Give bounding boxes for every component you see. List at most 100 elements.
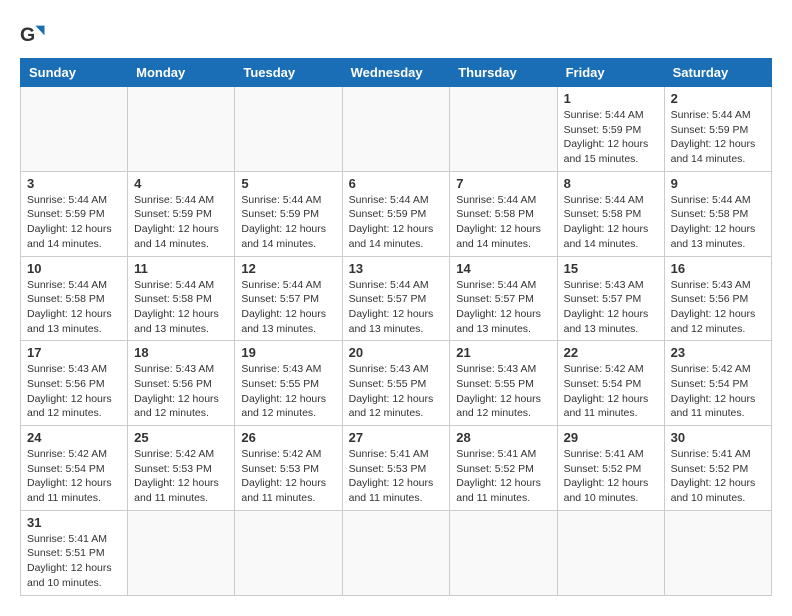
day-number: 13 xyxy=(349,261,444,276)
calendar-cell: 28 Sunrise: 5:41 AM Sunset: 5:52 PM Dayli… xyxy=(450,426,557,511)
weekday-header-saturday: Saturday xyxy=(664,59,771,87)
calendar-cell xyxy=(235,87,342,172)
calendar-cell xyxy=(450,510,557,595)
calendar-cell: 27Sunrise: 5:41 AM Sunset: 5:53 PM Dayli… xyxy=(342,426,450,511)
calendar-cell: 29 Sunrise: 5:41 AM Sunset: 5:52 PM Dayli… xyxy=(557,426,664,511)
day-number: 7 xyxy=(456,176,550,191)
day-info: Sunrise: 5:44 AM Sunset: 5:58 PM Dayligh… xyxy=(456,193,550,252)
day-info: Sunrise: 5:44 AM Sunset: 5:59 PM Dayligh… xyxy=(564,108,658,167)
calendar-cell: 31 Sunrise: 5:41 AM Sunset: 5:51 PM Dayli… xyxy=(21,510,128,595)
calendar-cell: 11 Sunrise: 5:44 AM Sunset: 5:58 PM Dayli… xyxy=(128,256,235,341)
calendar-week-row: 3Sunrise: 5:44 AM Sunset: 5:59 PM Daylig… xyxy=(21,171,772,256)
day-number: 23 xyxy=(671,345,765,360)
day-number: 29 xyxy=(564,430,658,445)
calendar-cell xyxy=(128,510,235,595)
day-number: 25 xyxy=(134,430,228,445)
calendar-cell: 13 Sunrise: 5:44 AM Sunset: 5:57 PM Dayli… xyxy=(342,256,450,341)
calendar-cell: 19Sunrise: 5:43 AM Sunset: 5:55 PM Dayli… xyxy=(235,341,342,426)
day-number: 21 xyxy=(456,345,550,360)
day-number: 19 xyxy=(241,345,335,360)
logo-icon: G xyxy=(20,20,48,48)
calendar-cell: 8 Sunrise: 5:44 AM Sunset: 5:58 PM Daylig… xyxy=(557,171,664,256)
day-number: 12 xyxy=(241,261,335,276)
weekday-header-sunday: Sunday xyxy=(21,59,128,87)
day-info: Sunrise: 5:44 AM Sunset: 5:58 PM Dayligh… xyxy=(564,193,658,252)
calendar-cell xyxy=(128,87,235,172)
weekday-header-friday: Friday xyxy=(557,59,664,87)
calendar-cell: 3Sunrise: 5:44 AM Sunset: 5:59 PM Daylig… xyxy=(21,171,128,256)
day-number: 16 xyxy=(671,261,765,276)
day-info: Sunrise: 5:41 AM Sunset: 5:52 PM Dayligh… xyxy=(671,447,765,506)
page-header: G xyxy=(20,20,772,48)
calendar-cell: 5 Sunrise: 5:44 AM Sunset: 5:59 PM Daylig… xyxy=(235,171,342,256)
day-number: 11 xyxy=(134,261,228,276)
day-number: 20 xyxy=(349,345,444,360)
weekday-header-monday: Monday xyxy=(128,59,235,87)
calendar-cell: 23Sunrise: 5:42 AM Sunset: 5:54 PM Dayli… xyxy=(664,341,771,426)
day-info: Sunrise: 5:41 AM Sunset: 5:51 PM Dayligh… xyxy=(27,532,121,591)
calendar-cell: 18Sunrise: 5:43 AM Sunset: 5:56 PM Dayli… xyxy=(128,341,235,426)
calendar-cell xyxy=(21,87,128,172)
calendar-cell: 6 Sunrise: 5:44 AM Sunset: 5:59 PM Daylig… xyxy=(342,171,450,256)
day-info: Sunrise: 5:44 AM Sunset: 5:57 PM Dayligh… xyxy=(456,278,550,337)
day-info: Sunrise: 5:41 AM Sunset: 5:52 PM Dayligh… xyxy=(456,447,550,506)
calendar-week-row: 24 Sunrise: 5:42 AM Sunset: 5:54 PM Dayli… xyxy=(21,426,772,511)
calendar-cell xyxy=(450,87,557,172)
day-info: Sunrise: 5:44 AM Sunset: 5:59 PM Dayligh… xyxy=(27,193,121,252)
calendar-header-row: SundayMondayTuesdayWednesdayThursdayFrid… xyxy=(21,59,772,87)
calendar-cell xyxy=(342,510,450,595)
calendar-week-row: 1 Sunrise: 5:44 AM Sunset: 5:59 PM Daylig… xyxy=(21,87,772,172)
calendar-cell: 21 Sunrise: 5:43 AM Sunset: 5:55 PM Dayli… xyxy=(450,341,557,426)
calendar-cell xyxy=(342,87,450,172)
day-info: Sunrise: 5:43 AM Sunset: 5:55 PM Dayligh… xyxy=(349,362,444,421)
calendar-cell: 14Sunrise: 5:44 AM Sunset: 5:57 PM Dayli… xyxy=(450,256,557,341)
day-number: 15 xyxy=(564,261,658,276)
day-number: 17 xyxy=(27,345,121,360)
day-number: 1 xyxy=(564,91,658,106)
day-info: Sunrise: 5:44 AM Sunset: 5:59 PM Dayligh… xyxy=(134,193,228,252)
calendar-cell: 30 Sunrise: 5:41 AM Sunset: 5:52 PM Dayli… xyxy=(664,426,771,511)
day-number: 26 xyxy=(241,430,335,445)
calendar-cell: 7 Sunrise: 5:44 AM Sunset: 5:58 PM Daylig… xyxy=(450,171,557,256)
day-number: 30 xyxy=(671,430,765,445)
calendar-cell xyxy=(557,510,664,595)
calendar-cell xyxy=(235,510,342,595)
calendar-cell: 12 Sunrise: 5:44 AM Sunset: 5:57 PM Dayli… xyxy=(235,256,342,341)
calendar-cell: 24 Sunrise: 5:42 AM Sunset: 5:54 PM Dayli… xyxy=(21,426,128,511)
day-number: 31 xyxy=(27,515,121,530)
calendar-cell: 22Sunrise: 5:42 AM Sunset: 5:54 PM Dayli… xyxy=(557,341,664,426)
day-info: Sunrise: 5:42 AM Sunset: 5:54 PM Dayligh… xyxy=(27,447,121,506)
day-number: 24 xyxy=(27,430,121,445)
weekday-header-tuesday: Tuesday xyxy=(235,59,342,87)
day-info: Sunrise: 5:43 AM Sunset: 5:57 PM Dayligh… xyxy=(564,278,658,337)
day-number: 18 xyxy=(134,345,228,360)
day-info: Sunrise: 5:44 AM Sunset: 5:57 PM Dayligh… xyxy=(349,278,444,337)
calendar-week-row: 10Sunrise: 5:44 AM Sunset: 5:58 PM Dayli… xyxy=(21,256,772,341)
weekday-header-wednesday: Wednesday xyxy=(342,59,450,87)
calendar-week-row: 31 Sunrise: 5:41 AM Sunset: 5:51 PM Dayli… xyxy=(21,510,772,595)
day-number: 8 xyxy=(564,176,658,191)
day-info: Sunrise: 5:44 AM Sunset: 5:57 PM Dayligh… xyxy=(241,278,335,337)
weekday-header-thursday: Thursday xyxy=(450,59,557,87)
day-number: 6 xyxy=(349,176,444,191)
calendar-cell: 1 Sunrise: 5:44 AM Sunset: 5:59 PM Daylig… xyxy=(557,87,664,172)
day-info: Sunrise: 5:43 AM Sunset: 5:55 PM Dayligh… xyxy=(456,362,550,421)
day-info: Sunrise: 5:44 AM Sunset: 5:59 PM Dayligh… xyxy=(671,108,765,167)
day-number: 28 xyxy=(456,430,550,445)
calendar-table: SundayMondayTuesdayWednesdayThursdayFrid… xyxy=(20,58,772,596)
calendar-cell: 26 Sunrise: 5:42 AM Sunset: 5:53 PM Dayli… xyxy=(235,426,342,511)
calendar-week-row: 17Sunrise: 5:43 AM Sunset: 5:56 PM Dayli… xyxy=(21,341,772,426)
calendar-cell xyxy=(664,510,771,595)
calendar-cell: 10Sunrise: 5:44 AM Sunset: 5:58 PM Dayli… xyxy=(21,256,128,341)
day-info: Sunrise: 5:42 AM Sunset: 5:53 PM Dayligh… xyxy=(241,447,335,506)
day-info: Sunrise: 5:41 AM Sunset: 5:52 PM Dayligh… xyxy=(564,447,658,506)
day-info: Sunrise: 5:41 AM Sunset: 5:53 PM Dayligh… xyxy=(349,447,444,506)
calendar-cell: 17Sunrise: 5:43 AM Sunset: 5:56 PM Dayli… xyxy=(21,341,128,426)
day-info: Sunrise: 5:44 AM Sunset: 5:58 PM Dayligh… xyxy=(134,278,228,337)
day-info: Sunrise: 5:42 AM Sunset: 5:54 PM Dayligh… xyxy=(564,362,658,421)
day-info: Sunrise: 5:44 AM Sunset: 5:59 PM Dayligh… xyxy=(349,193,444,252)
calendar-cell: 4Sunrise: 5:44 AM Sunset: 5:59 PM Daylig… xyxy=(128,171,235,256)
day-number: 9 xyxy=(671,176,765,191)
day-number: 5 xyxy=(241,176,335,191)
day-info: Sunrise: 5:44 AM Sunset: 5:59 PM Dayligh… xyxy=(241,193,335,252)
